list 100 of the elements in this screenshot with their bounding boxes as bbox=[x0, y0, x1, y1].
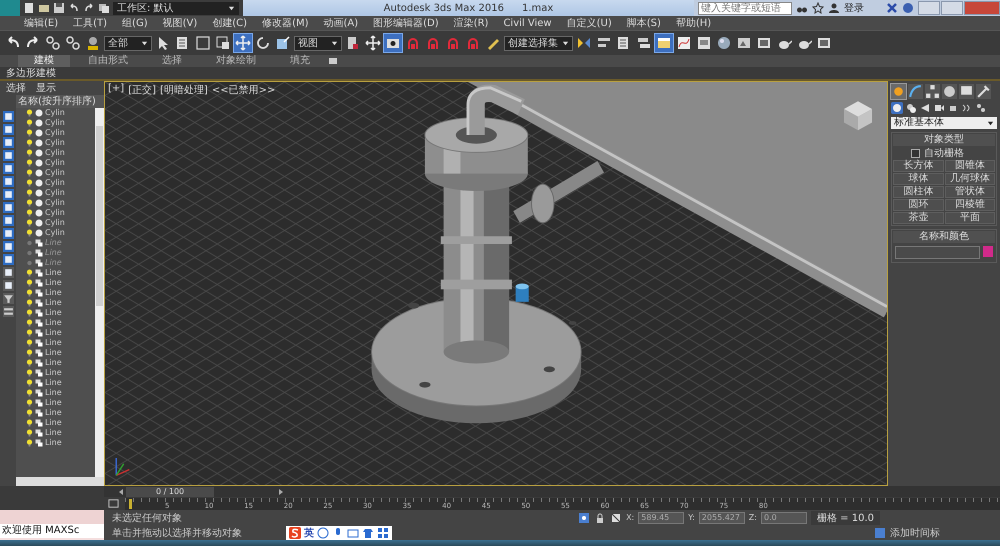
light-bulb-icon[interactable] bbox=[26, 409, 33, 417]
shapes-icon[interactable] bbox=[905, 102, 917, 114]
object-name[interactable]: Cylin bbox=[45, 178, 65, 188]
explorer-menu[interactable]: 显示 bbox=[36, 81, 56, 95]
object-type-button[interactable]: 四棱锥 bbox=[944, 199, 995, 211]
project-folder-icon[interactable] bbox=[98, 2, 110, 14]
scrollbar[interactable] bbox=[95, 108, 104, 477]
explorer-menu[interactable]: 选择 bbox=[6, 81, 26, 95]
ribbon-tab[interactable]: 填充 bbox=[274, 55, 326, 67]
grid-icon[interactable] bbox=[377, 526, 389, 538]
menu-item[interactable]: 视图(V) bbox=[162, 16, 198, 30]
light-bulb-icon[interactable] bbox=[26, 269, 33, 277]
move-icon[interactable] bbox=[364, 34, 382, 52]
object-name[interactable]: Cylin bbox=[45, 198, 65, 208]
menu-item[interactable]: 图形编辑器(D) bbox=[373, 16, 439, 30]
light-bulb-icon[interactable] bbox=[26, 199, 33, 207]
filter-toggle-icon[interactable] bbox=[2, 254, 14, 265]
unlink-icon[interactable] bbox=[64, 34, 82, 52]
light-bulb-icon[interactable] bbox=[26, 329, 33, 337]
viewport-label[interactable]: [正交] bbox=[128, 83, 156, 97]
menu-item[interactable]: 动画(A) bbox=[324, 16, 358, 30]
filter-toggle-icon[interactable] bbox=[2, 228, 14, 239]
horizontal-scrollbar[interactable] bbox=[16, 477, 104, 486]
add-time-tag-link[interactable]: 添加时间标 bbox=[890, 526, 940, 540]
light-bulb-icon[interactable] bbox=[26, 399, 33, 407]
object-name[interactable]: Line bbox=[45, 348, 62, 358]
light-bulb-icon[interactable] bbox=[26, 189, 33, 197]
filter-toggle-icon[interactable] bbox=[2, 111, 14, 122]
rollout-header[interactable]: 对象类型 bbox=[893, 134, 995, 146]
light-bulb-icon[interactable] bbox=[26, 119, 33, 127]
object-name[interactable]: Line bbox=[45, 328, 62, 338]
input-method-toolbar[interactable]: 英 bbox=[286, 526, 392, 540]
object-name[interactable]: Cylin bbox=[45, 148, 65, 158]
light-bulb-icon[interactable] bbox=[26, 209, 33, 217]
object-type-button[interactable]: 茶壶 bbox=[893, 212, 944, 224]
layers-icon[interactable] bbox=[2, 306, 14, 317]
light-bulb-icon[interactable] bbox=[26, 129, 33, 137]
light-bulb-icon[interactable] bbox=[26, 149, 33, 157]
time-slider-thumb[interactable]: 0 / 100 bbox=[126, 486, 214, 496]
object-name[interactable]: Line bbox=[45, 438, 62, 448]
toolbar-dropdown[interactable]: 创建选择集 bbox=[504, 36, 573, 50]
filter-toggle-icon[interactable] bbox=[2, 280, 14, 291]
menu-item[interactable]: 脚本(S) bbox=[626, 16, 661, 30]
object-name[interactable]: Line bbox=[45, 338, 62, 348]
object-type-button[interactable]: 圆环 bbox=[893, 199, 944, 211]
object-type-button[interactable]: 圆柱体 bbox=[893, 186, 944, 198]
light-bulb-icon[interactable] bbox=[26, 299, 33, 307]
light-bulb-icon[interactable] bbox=[26, 439, 33, 447]
new-file-icon[interactable] bbox=[23, 2, 35, 14]
object-name[interactable]: Line bbox=[45, 318, 62, 328]
object-type-button[interactable]: 管状体 bbox=[944, 186, 995, 198]
object-name[interactable]: Cylin bbox=[45, 188, 65, 198]
scale-icon[interactable] bbox=[274, 34, 292, 52]
menu-item[interactable]: 自定义(U) bbox=[566, 16, 612, 30]
object-name[interactable]: Line bbox=[45, 368, 62, 378]
isolate-icon[interactable] bbox=[578, 512, 590, 524]
object-name[interactable]: Cylin bbox=[45, 128, 65, 138]
workspace-dropdown[interactable]: 工作区: 默认 bbox=[113, 2, 239, 14]
object-name[interactable]: Cylin bbox=[45, 228, 65, 238]
color-swatch[interactable] bbox=[983, 246, 993, 257]
menu-item[interactable]: 编辑(E) bbox=[24, 16, 58, 30]
menu-item[interactable]: 修改器(M) bbox=[262, 16, 308, 30]
ribbon-tab[interactable]: 对象绘制 bbox=[200, 55, 272, 67]
light-bulb-icon[interactable] bbox=[26, 279, 33, 287]
object-name[interactable]: Line bbox=[45, 418, 62, 428]
arrow-right-icon[interactable] bbox=[278, 488, 284, 496]
light-bulb-icon[interactable] bbox=[26, 319, 33, 327]
filter-toggle-icon[interactable] bbox=[2, 267, 14, 278]
light-bulb-icon[interactable] bbox=[26, 159, 33, 167]
filter-toggle-icon[interactable] bbox=[2, 137, 14, 148]
object-type-button[interactable]: 球体 bbox=[893, 173, 944, 185]
transform-mode-icon[interactable] bbox=[610, 512, 622, 524]
menu-item[interactable]: 帮助(H) bbox=[676, 16, 712, 30]
funnel-icon[interactable] bbox=[2, 293, 14, 304]
filter-toggle-icon[interactable] bbox=[2, 124, 14, 135]
toolbar-dropdown[interactable]: 视图 bbox=[294, 36, 342, 50]
camera-icon[interactable] bbox=[933, 102, 945, 114]
save-icon[interactable] bbox=[53, 2, 65, 14]
user-icon[interactable] bbox=[828, 2, 840, 14]
s-logo-icon[interactable] bbox=[289, 526, 301, 538]
x-coordinate-field[interactable]: 589.45 bbox=[638, 512, 684, 524]
object-name[interactable]: Line bbox=[45, 298, 62, 308]
menu-item[interactable]: 创建(C) bbox=[212, 16, 248, 30]
move-icon[interactable] bbox=[234, 34, 252, 52]
light-bulb-icon[interactable] bbox=[26, 379, 33, 387]
light-bulb-icon[interactable] bbox=[26, 429, 33, 437]
time-slider[interactable]: 0 / 100 bbox=[104, 486, 1000, 497]
time-tag-icon[interactable] bbox=[874, 526, 886, 538]
undo-icon[interactable] bbox=[68, 2, 80, 14]
object-name[interactable]: Cylin bbox=[45, 118, 65, 128]
arrow-left-icon[interactable] bbox=[118, 488, 124, 496]
crossing-icon[interactable] bbox=[214, 34, 232, 52]
sphere-icon[interactable] bbox=[891, 102, 903, 114]
ribbon-options-icon[interactable] bbox=[328, 55, 340, 67]
viewport-label[interactable]: [+] bbox=[108, 83, 124, 97]
filter-toggle-icon[interactable] bbox=[2, 189, 14, 200]
dot-icon[interactable] bbox=[26, 259, 33, 267]
rollout-header[interactable]: 名称和颜色 bbox=[893, 231, 995, 243]
object-name[interactable]: Line bbox=[45, 378, 62, 388]
dot-icon[interactable] bbox=[26, 249, 33, 257]
